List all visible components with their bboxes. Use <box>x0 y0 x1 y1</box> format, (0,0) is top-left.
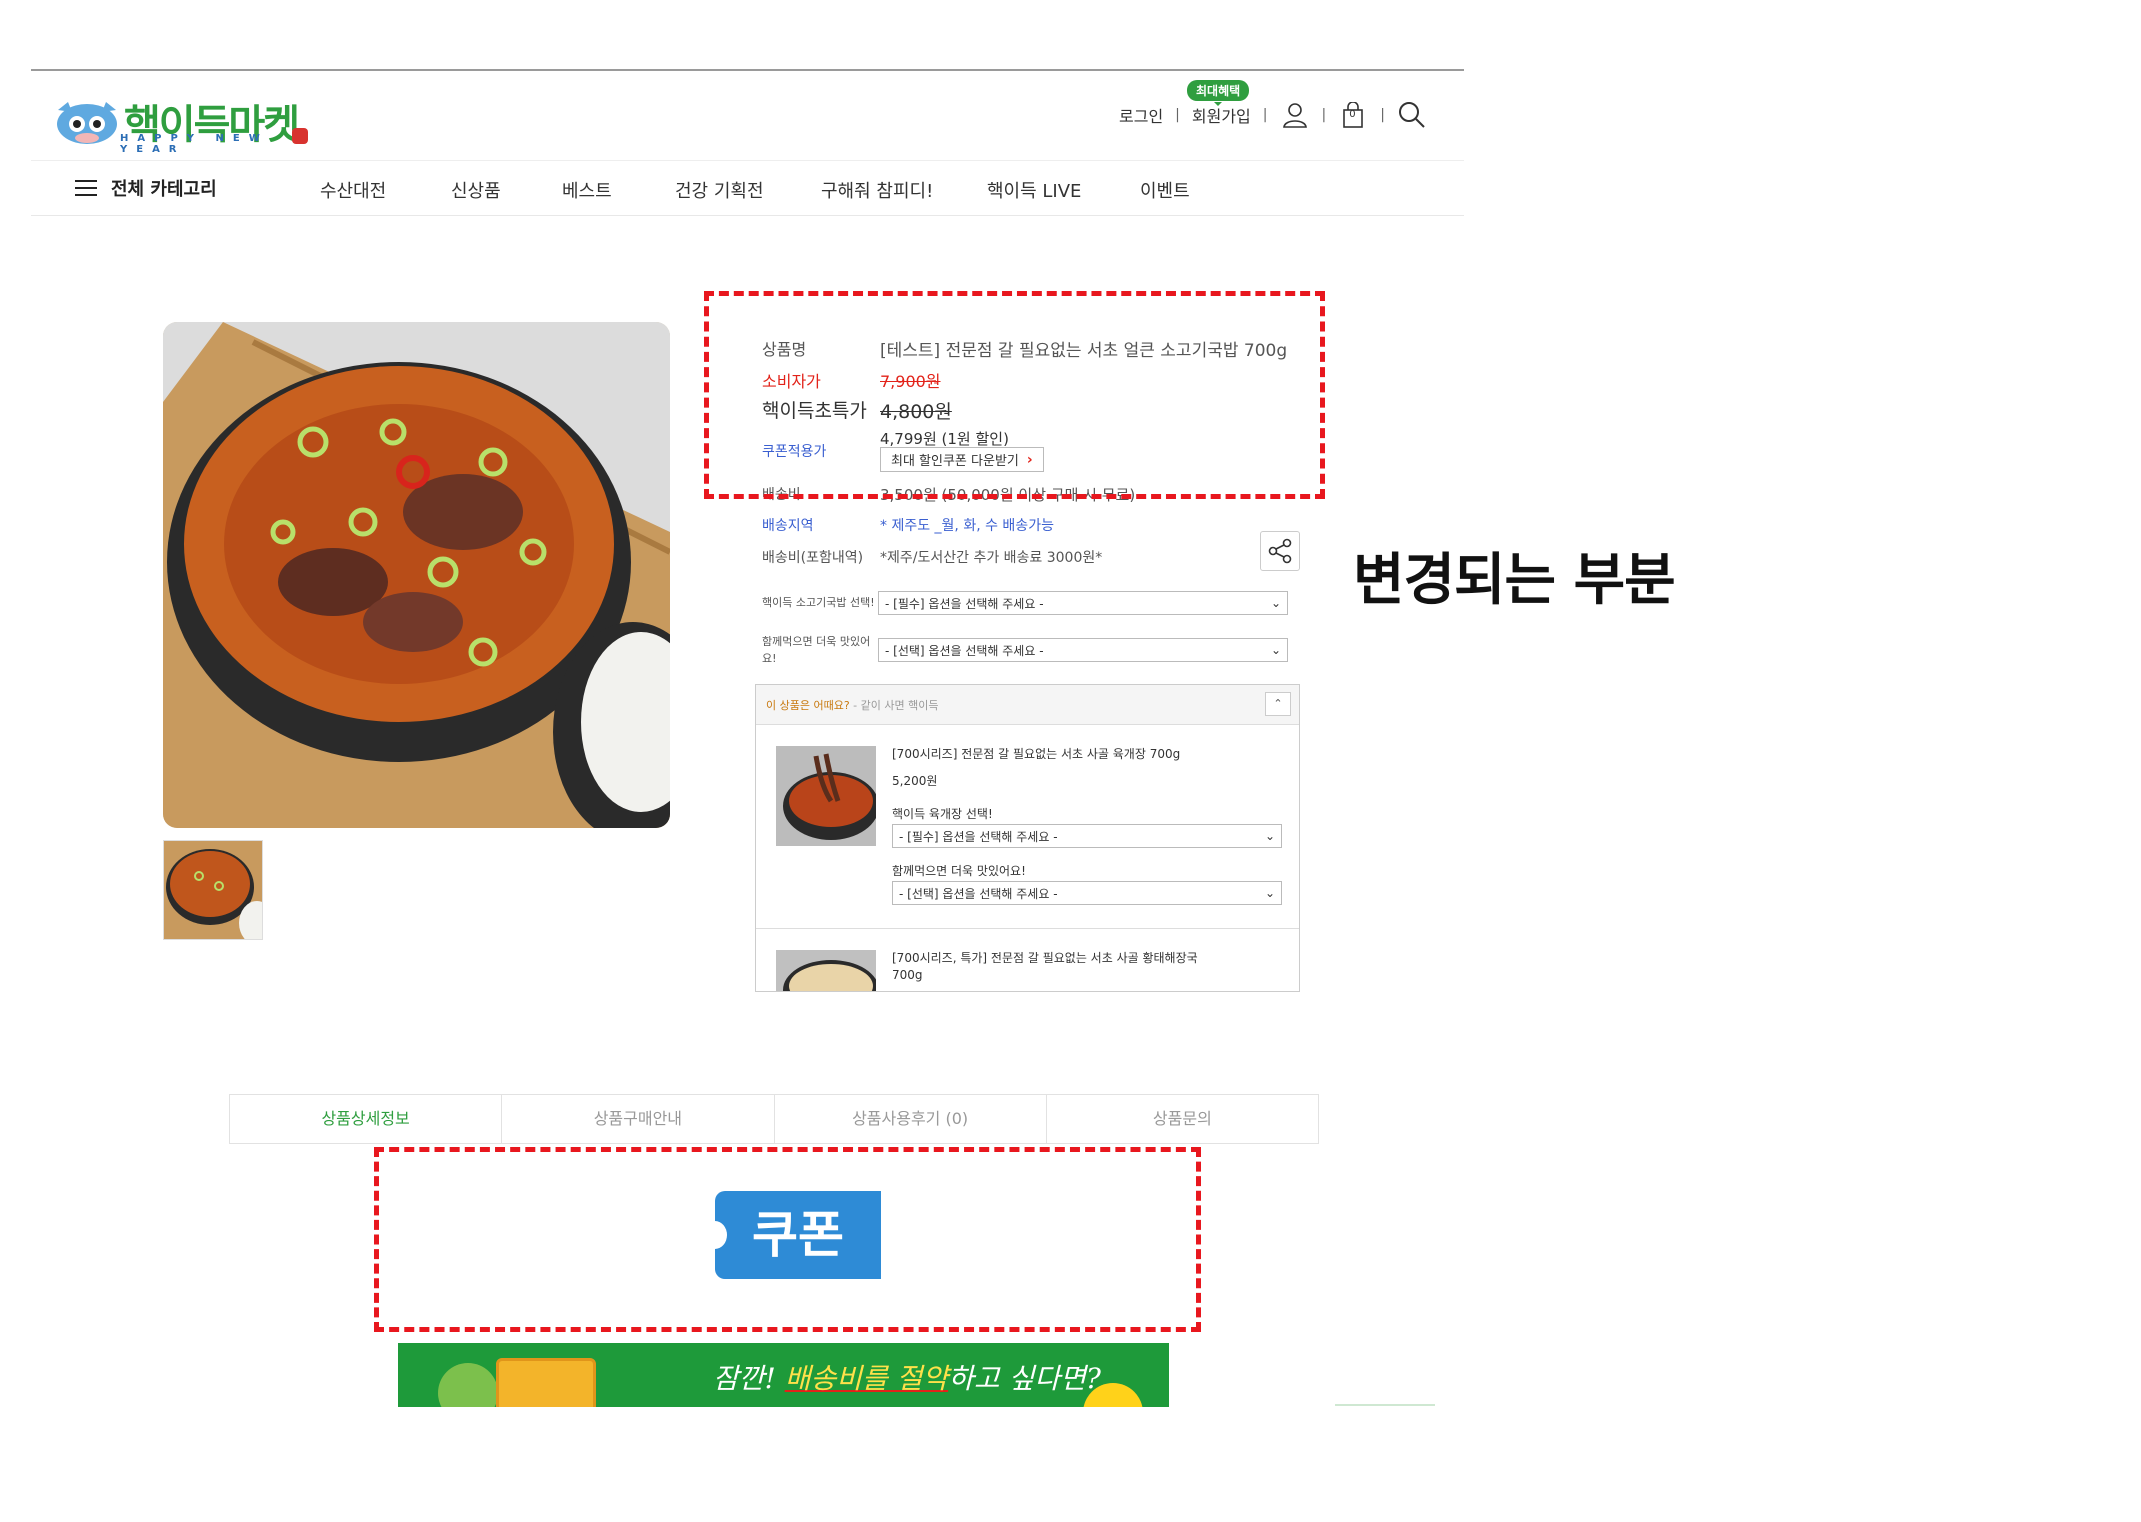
product-main-image[interactable] <box>163 322 670 828</box>
cart-icon[interactable]: 0 <box>1338 100 1368 130</box>
nav-link-best[interactable]: 베스트 <box>562 177 612 203</box>
nav-link-health[interactable]: 건강 기획전 <box>675 177 764 203</box>
hwangtae-soup-photo <box>776 950 876 991</box>
related-item: [700시리즈] 전문점 갈 필요없는 서초 사골 육개장 700g 5,200… <box>756 726 1299 929</box>
related-products-panel: 이 상품은 어때요? - 같이 사면 핵이득 ⌃ [700시리즈] 전문점 갈 … <box>755 684 1300 992</box>
join-link[interactable]: 회원가입 <box>1192 103 1251 127</box>
related-item-image[interactable] <box>776 746 876 846</box>
mypage-icon[interactable] <box>1280 100 1310 130</box>
related-header: 이 상품은 어때요? - 같이 사면 핵이득 ⌃ <box>756 685 1299 725</box>
banner-text: 잠깐! 배송비를 절약하고 싶다면? <box>713 1357 1101 1397</box>
separator: | <box>1262 107 1268 123</box>
top-divider <box>31 69 1464 71</box>
main-nav: 전체 카테고리 수산대전 신상품 베스트 건강 기획전 구해줘 참피디! 핵이득… <box>31 160 1464 216</box>
separator: | <box>1380 107 1385 123</box>
related-title: 이 상품은 어때요? <box>766 699 850 712</box>
chevron-down-icon: ⌄ <box>1270 643 1281 657</box>
mascot-icon <box>57 102 117 144</box>
related-item-opt1-select[interactable]: - [필수] 옵션을 선택해 주세요 - ⌄ <box>892 824 1282 848</box>
collapse-toggle-icon[interactable]: ⌃ <box>1265 692 1291 716</box>
region-label: 배송지역 <box>762 518 814 534</box>
separator: | <box>1175 107 1180 123</box>
product-thumbnail[interactable] <box>163 840 263 940</box>
banner-text-post: 하고 싶다면? <box>948 1362 1101 1395</box>
option1-label: 핵이득 소고기국밥 선택! <box>762 596 875 609</box>
related-item-image[interactable] <box>776 950 876 991</box>
banner-text-highlight: 배송비를 절약 <box>784 1362 949 1395</box>
nav-link-new[interactable]: 신상품 <box>451 177 501 203</box>
option1-value: - [필수] 옵션을 선택해 주세요 - <box>885 596 1044 611</box>
tab-detail[interactable]: 상품상세정보 <box>230 1095 503 1143</box>
related-item-name[interactable]: [700시리즈] 전문점 갈 필요없는 서초 사골 육개장 700g <box>892 746 1180 763</box>
share-button[interactable] <box>1260 531 1300 571</box>
nav-link-seafood[interactable]: 수산대전 <box>320 177 386 203</box>
footer-logo-fragment <box>1335 1404 1435 1406</box>
detail-tabs: 상품상세정보 상품구매안내 상품사용후기 (0) 상품문의 <box>229 1094 1319 1144</box>
gukbap-photo <box>163 322 670 828</box>
shipping-promo-banner[interactable]: 잠깐! 배송비를 절약하고 싶다면? <box>398 1343 1169 1407</box>
related-item-opt2-value: - [선택] 옵션을 선택해 주세요 - <box>899 886 1058 901</box>
related-item-opt1-value: - [필수] 옵션을 선택해 주세요 - <box>899 829 1058 844</box>
gukbap-thumb-photo <box>164 841 262 939</box>
coupon-ticket-image[interactable]: 쿠폰 <box>703 1191 881 1279</box>
banner-text-pre: 잠깐! <box>713 1362 785 1395</box>
separator: | <box>1321 107 1327 123</box>
related-item-price: 5,200원 <box>892 774 938 788</box>
yukgaejang-photo <box>776 746 876 846</box>
login-link[interactable]: 로그인 <box>1119 103 1163 127</box>
all-category-label: 전체 카테고리 <box>111 179 217 200</box>
related-item-opt2-label: 함께먹으면 더욱 맛있어요! <box>892 864 1026 878</box>
related-item-name-line2: 700g <box>892 968 923 982</box>
change-caption: 변경되는 부분 <box>1353 548 1676 613</box>
share-icon <box>1268 538 1292 564</box>
cart-count: 0 <box>1349 109 1356 120</box>
all-category-button[interactable]: 전체 카테고리 <box>75 175 217 201</box>
site-logo[interactable]: 핵이득마켓 HAPPY NEW YEAR <box>52 88 310 155</box>
option2-label: 함께먹으면 더욱 맛있어요! <box>762 635 871 665</box>
shipping-incl-label: 배송비(포함내역) <box>762 550 864 566</box>
tab-qna[interactable]: 상품문의 <box>1047 1095 1318 1143</box>
region-value: * 제주도 _월, 화, 수 배송가능 <box>880 518 1054 534</box>
tab-purchase-guide[interactable]: 상품구매안내 <box>502 1095 775 1143</box>
nav-link-champd[interactable]: 구해줘 참피디! <box>821 177 933 203</box>
lucky-bag-icon <box>292 128 308 144</box>
related-subtitle: - 같이 사면 핵이득 <box>849 699 939 712</box>
related-item-opt1-label: 핵이득 육개장 선택! <box>892 807 993 821</box>
mascot-icon <box>438 1363 498 1407</box>
highlight-box-price <box>704 291 1325 499</box>
gift-box-icon <box>496 1358 596 1407</box>
option1-select[interactable]: - [필수] 옵션을 선택해 주세요 - ⌄ <box>878 591 1288 615</box>
logo-subtitle: HAPPY NEW YEAR <box>120 133 269 155</box>
join-benefit-badge: 최대혜택 <box>1187 80 1250 106</box>
utility-menu: 로그인 | 회원가입 | | 0 | <box>1119 100 1427 130</box>
chevron-down-icon: ⌄ <box>1264 829 1275 843</box>
option2-select[interactable]: - [선택] 옵션을 선택해 주세요 - ⌄ <box>878 638 1288 662</box>
related-item-name[interactable]: [700시리즈, 특가] 전문점 갈 필요없는 서초 사골 황태해장국 <box>892 950 1198 967</box>
related-item-opt2-select[interactable]: - [선택] 옵션을 선택해 주세요 - ⌄ <box>892 881 1282 905</box>
shipping-incl-value: *제주/도서산간 추가 배송료 3000원* <box>880 550 1103 566</box>
related-item: [700시리즈, 특가] 전문점 갈 필요없는 서초 사골 황태해장국 700g <box>756 930 1299 991</box>
menu-icon <box>75 180 97 196</box>
nav-link-event[interactable]: 이벤트 <box>1140 177 1190 203</box>
nav-link-live[interactable]: 핵이득 LIVE <box>987 177 1081 203</box>
search-icon[interactable] <box>1397 100 1427 130</box>
tab-reviews[interactable]: 상품사용후기 (0) <box>775 1095 1047 1143</box>
coupon-ticket-label: 쿠폰 <box>752 1206 844 1264</box>
ticket-notch <box>703 1221 727 1249</box>
chevron-down-icon: ⌄ <box>1270 596 1281 610</box>
option2-value: - [선택] 옵션을 선택해 주세요 - <box>885 643 1044 658</box>
chevron-down-icon: ⌄ <box>1264 886 1275 900</box>
